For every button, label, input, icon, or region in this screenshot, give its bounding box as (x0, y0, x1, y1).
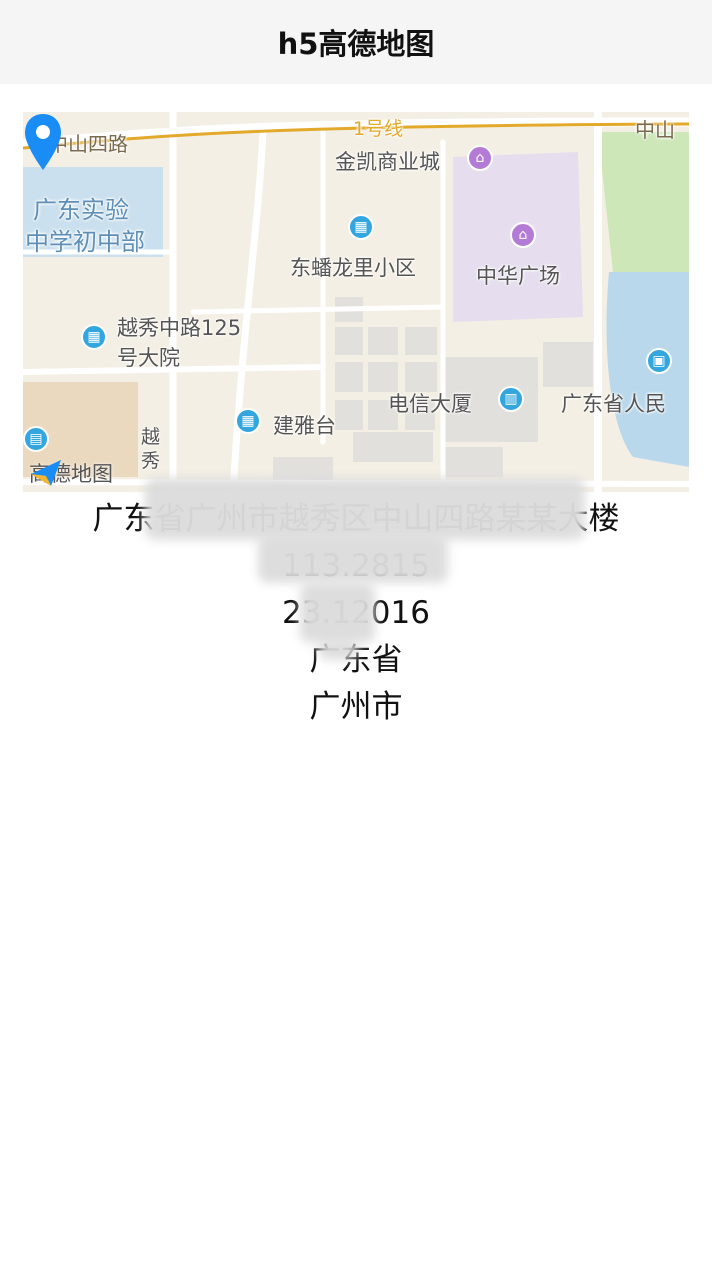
city-text: 广州市 (309, 689, 403, 725)
building-icon[interactable]: ▦ (348, 214, 374, 240)
shopping-bag-icon[interactable]: ⌂ (510, 222, 536, 248)
label-gov: 广东省人民 (561, 392, 666, 416)
app-header: h5高德地图 (0, 0, 712, 84)
label-zhongshan-right: 中山 (635, 118, 675, 142)
building-icon[interactable]: ▦ (81, 324, 107, 350)
label-yue: 越 (141, 426, 161, 448)
building-icon[interactable]: ▦ (235, 408, 261, 434)
privacy-blur (300, 583, 375, 643)
label-line1: 1号线 (353, 118, 404, 140)
label-dongrong: 东蟠龙里小区 (290, 256, 416, 280)
label-school-1: 广东实验 (33, 196, 129, 224)
shopping-bag-icon[interactable]: ⌂ (467, 145, 493, 171)
label-zhonghua: 中华广场 (476, 264, 560, 288)
privacy-blur (318, 640, 358, 660)
privacy-blur (145, 478, 585, 540)
map-view[interactable]: 中山四路 1号线 中山 金凯商业城 ⌂ 广东实验 中学初中部 ▦ 东蟠龙里小区 … (23, 112, 689, 492)
amap-logo: 高德地图 (29, 458, 113, 488)
label-yuexiu-2: 号大院 (117, 346, 180, 370)
label-school-2: 中学初中部 (25, 228, 145, 256)
label-xiu: 秀 (141, 450, 161, 472)
label-jinkai: 金凯商业城 (335, 150, 440, 174)
office-building-icon[interactable]: ▥ (498, 386, 524, 412)
library-icon[interactable]: ▤ (23, 426, 49, 452)
amap-logo-icon (31, 460, 61, 486)
page-title: h5高德地图 (277, 27, 435, 61)
label-yuexiu-1: 越秀中路125 (117, 316, 242, 340)
label-dianxin: 电信大厦 (388, 392, 472, 416)
label-jianya: 建雅台 (273, 414, 336, 438)
privacy-blur (258, 535, 448, 583)
location-pin-icon[interactable] (23, 112, 63, 174)
government-icon[interactable]: ▣ (646, 348, 672, 374)
